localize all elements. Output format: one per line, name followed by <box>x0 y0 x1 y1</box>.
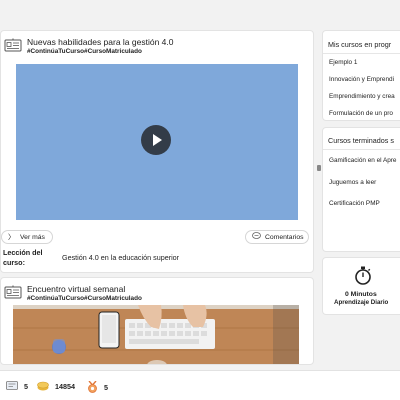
divider <box>323 53 400 54</box>
feed: Nuevas habilidades para la gestión 4.0 #… <box>0 30 316 365</box>
my-courses-title: Mis cursos en progr <box>328 40 392 49</box>
stopwatch-icon <box>354 266 372 291</box>
finished-course-item[interactable]: Juguemos a leer <box>329 179 376 186</box>
course-board-icon <box>4 38 22 54</box>
finished-course-item[interactable]: Gamificación en el Apre <box>329 157 397 164</box>
sidebar: Mis cursos en progr Ejemplo 1 Innovación… <box>322 30 400 365</box>
course-item[interactable]: Formulación de un pro <box>329 110 393 117</box>
lesson-label: Lección del curso: <box>3 248 43 267</box>
course-item[interactable]: Innovación y Emprendi <box>329 76 394 83</box>
post-title: Nuevas habilidades para la gestión 4.0 <box>27 37 174 47</box>
finished-courses-panel: Cursos terminados s Gamificación en el A… <box>322 127 400 252</box>
ver-mas-button[interactable]: 〉 Ver más <box>1 230 53 244</box>
coins-count: 14854 <box>55 381 75 391</box>
post-image[interactable] <box>13 305 299 364</box>
comments-label: Comentarios <box>265 233 304 241</box>
play-button[interactable] <box>141 125 171 155</box>
play-icon <box>153 134 162 146</box>
post-tags: #ContinúaTuCurso#CursoMatriculado <box>27 295 142 302</box>
daily-learning-panel: 0 Minutos Aprendizaje Diario <box>322 257 400 315</box>
my-courses-panel: Mis cursos en progr Ejemplo 1 Innovación… <box>322 30 400 121</box>
comment-icon <box>252 232 261 242</box>
coins-icon <box>37 381 49 391</box>
daily-minutes-value: 0 Minutos <box>345 291 377 298</box>
finished-course-item[interactable]: Certificación PMP <box>329 200 380 207</box>
medals-stat[interactable]: 5 <box>87 381 108 393</box>
medals-count: 5 <box>104 382 108 392</box>
post-card: Nuevas habilidades para la gestión 4.0 #… <box>0 30 314 273</box>
daily-minutes-label: Aprendizaje Diario <box>334 299 389 306</box>
certificate-icon <box>6 381 18 390</box>
bottom-stats-bar: 5 14854 5 <box>0 370 400 400</box>
medal-icon <box>88 381 97 393</box>
post-title: Encuentro virtual semanal <box>27 284 126 294</box>
video-player[interactable] <box>16 64 298 220</box>
certificates-stat[interactable]: 5 <box>6 381 28 391</box>
certificates-count: 5 <box>24 381 28 391</box>
desk-scene-illustration <box>13 305 299 364</box>
course-item[interactable]: Emprendimiento y crea <box>329 93 395 100</box>
course-board-icon <box>4 285 22 301</box>
lesson-value[interactable]: Gestión 4.0 en la educación superior <box>62 253 179 262</box>
coins-stat[interactable]: 14854 <box>37 381 75 391</box>
scrollbar-handle[interactable] <box>317 165 321 171</box>
comments-button[interactable]: Comentarios <box>245 230 309 244</box>
post-header: Nuevas habilidades para la gestión 4.0 #… <box>1 36 313 60</box>
ver-mas-label: Ver más <box>20 233 45 241</box>
post-header: Encuentro virtual semanal #ContinúaTuCur… <box>1 283 313 307</box>
post-card: Encuentro virtual semanal #ContinúaTuCur… <box>0 277 314 365</box>
chevron-right-icon: 〉 <box>8 234 15 241</box>
course-item[interactable]: Ejemplo 1 <box>329 59 357 66</box>
finished-courses-title: Cursos terminados s <box>328 136 394 145</box>
post-tags: #ContinúaTuCurso#CursoMatriculado <box>27 48 142 55</box>
divider <box>323 149 400 150</box>
